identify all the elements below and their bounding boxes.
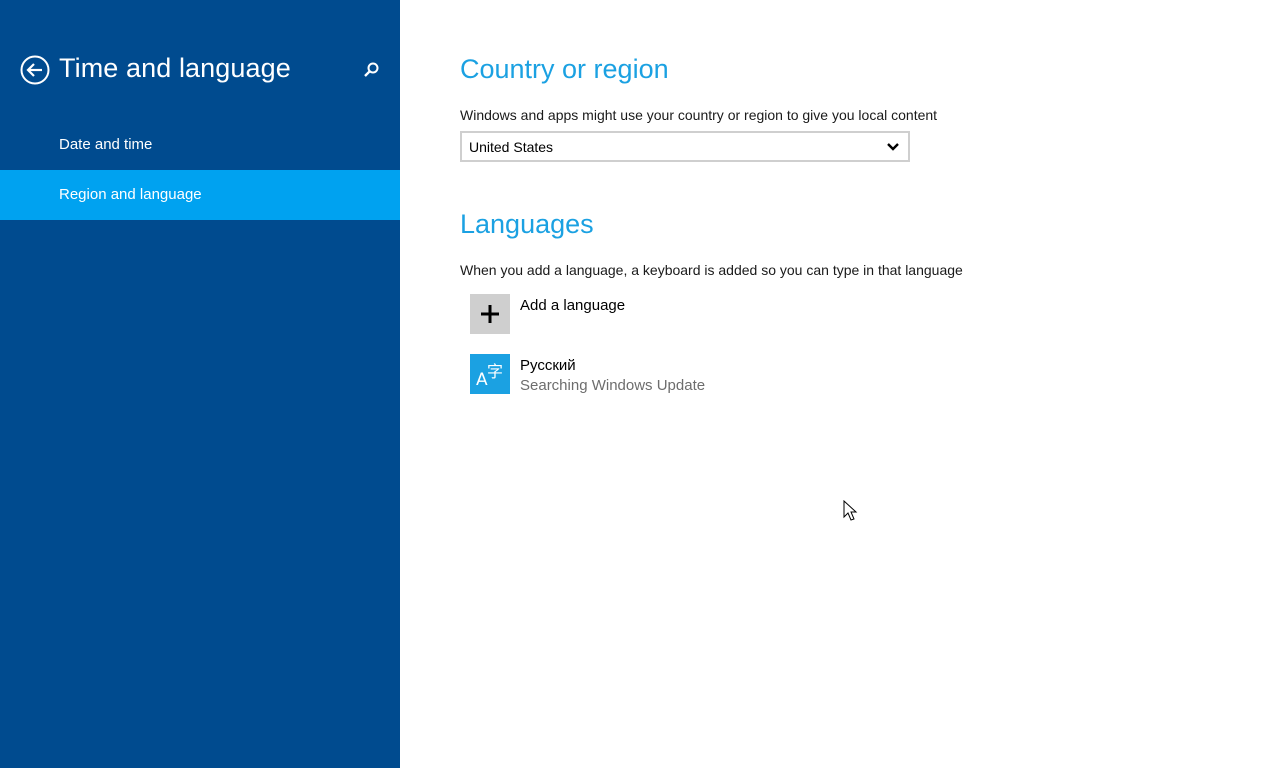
plus-icon (481, 305, 499, 323)
chevron-down-icon (887, 143, 899, 151)
sidebar-item-date-and-time[interactable]: Date and time (0, 120, 400, 170)
add-language-tile (470, 294, 510, 334)
languages-description: When you add a language, a keyboard is a… (460, 262, 963, 278)
language-icon: A 字 (470, 354, 510, 394)
back-button[interactable] (20, 55, 50, 85)
pc-settings-window: Time and language Date and time Region a… (0, 0, 1280, 768)
languages-heading: Languages (460, 209, 594, 239)
country-dropdown[interactable]: United States (460, 131, 910, 162)
search-icon (364, 62, 379, 77)
sidebar: Time and language Date and time Region a… (0, 0, 400, 768)
language-name: Русский (520, 357, 576, 374)
sidebar-item-label: Region and language (59, 186, 202, 203)
language-item-russian[interactable]: A 字 Русский Searching Windows Update (470, 354, 730, 396)
back-arrow-icon (20, 55, 50, 85)
add-language-label: Add a language (520, 297, 626, 314)
country-description: Windows and apps might use your country … (460, 107, 938, 123)
sidebar-item-region-and-language[interactable]: Region and language (0, 170, 400, 220)
language-glyph-cjk: 字 (487, 362, 504, 381)
sidebar-item-label: Date and time (59, 136, 153, 153)
country-heading: Country or region (460, 54, 669, 84)
language-status: Searching Windows Update (520, 377, 706, 394)
language-glyph-latin: A (476, 370, 488, 390)
sidebar-title: Time and language (59, 53, 291, 83)
search-button[interactable] (361, 60, 381, 80)
mouse-cursor-icon (843, 500, 858, 521)
country-dropdown-value: United States (469, 139, 554, 155)
add-language-button[interactable]: Add a language (470, 294, 670, 336)
